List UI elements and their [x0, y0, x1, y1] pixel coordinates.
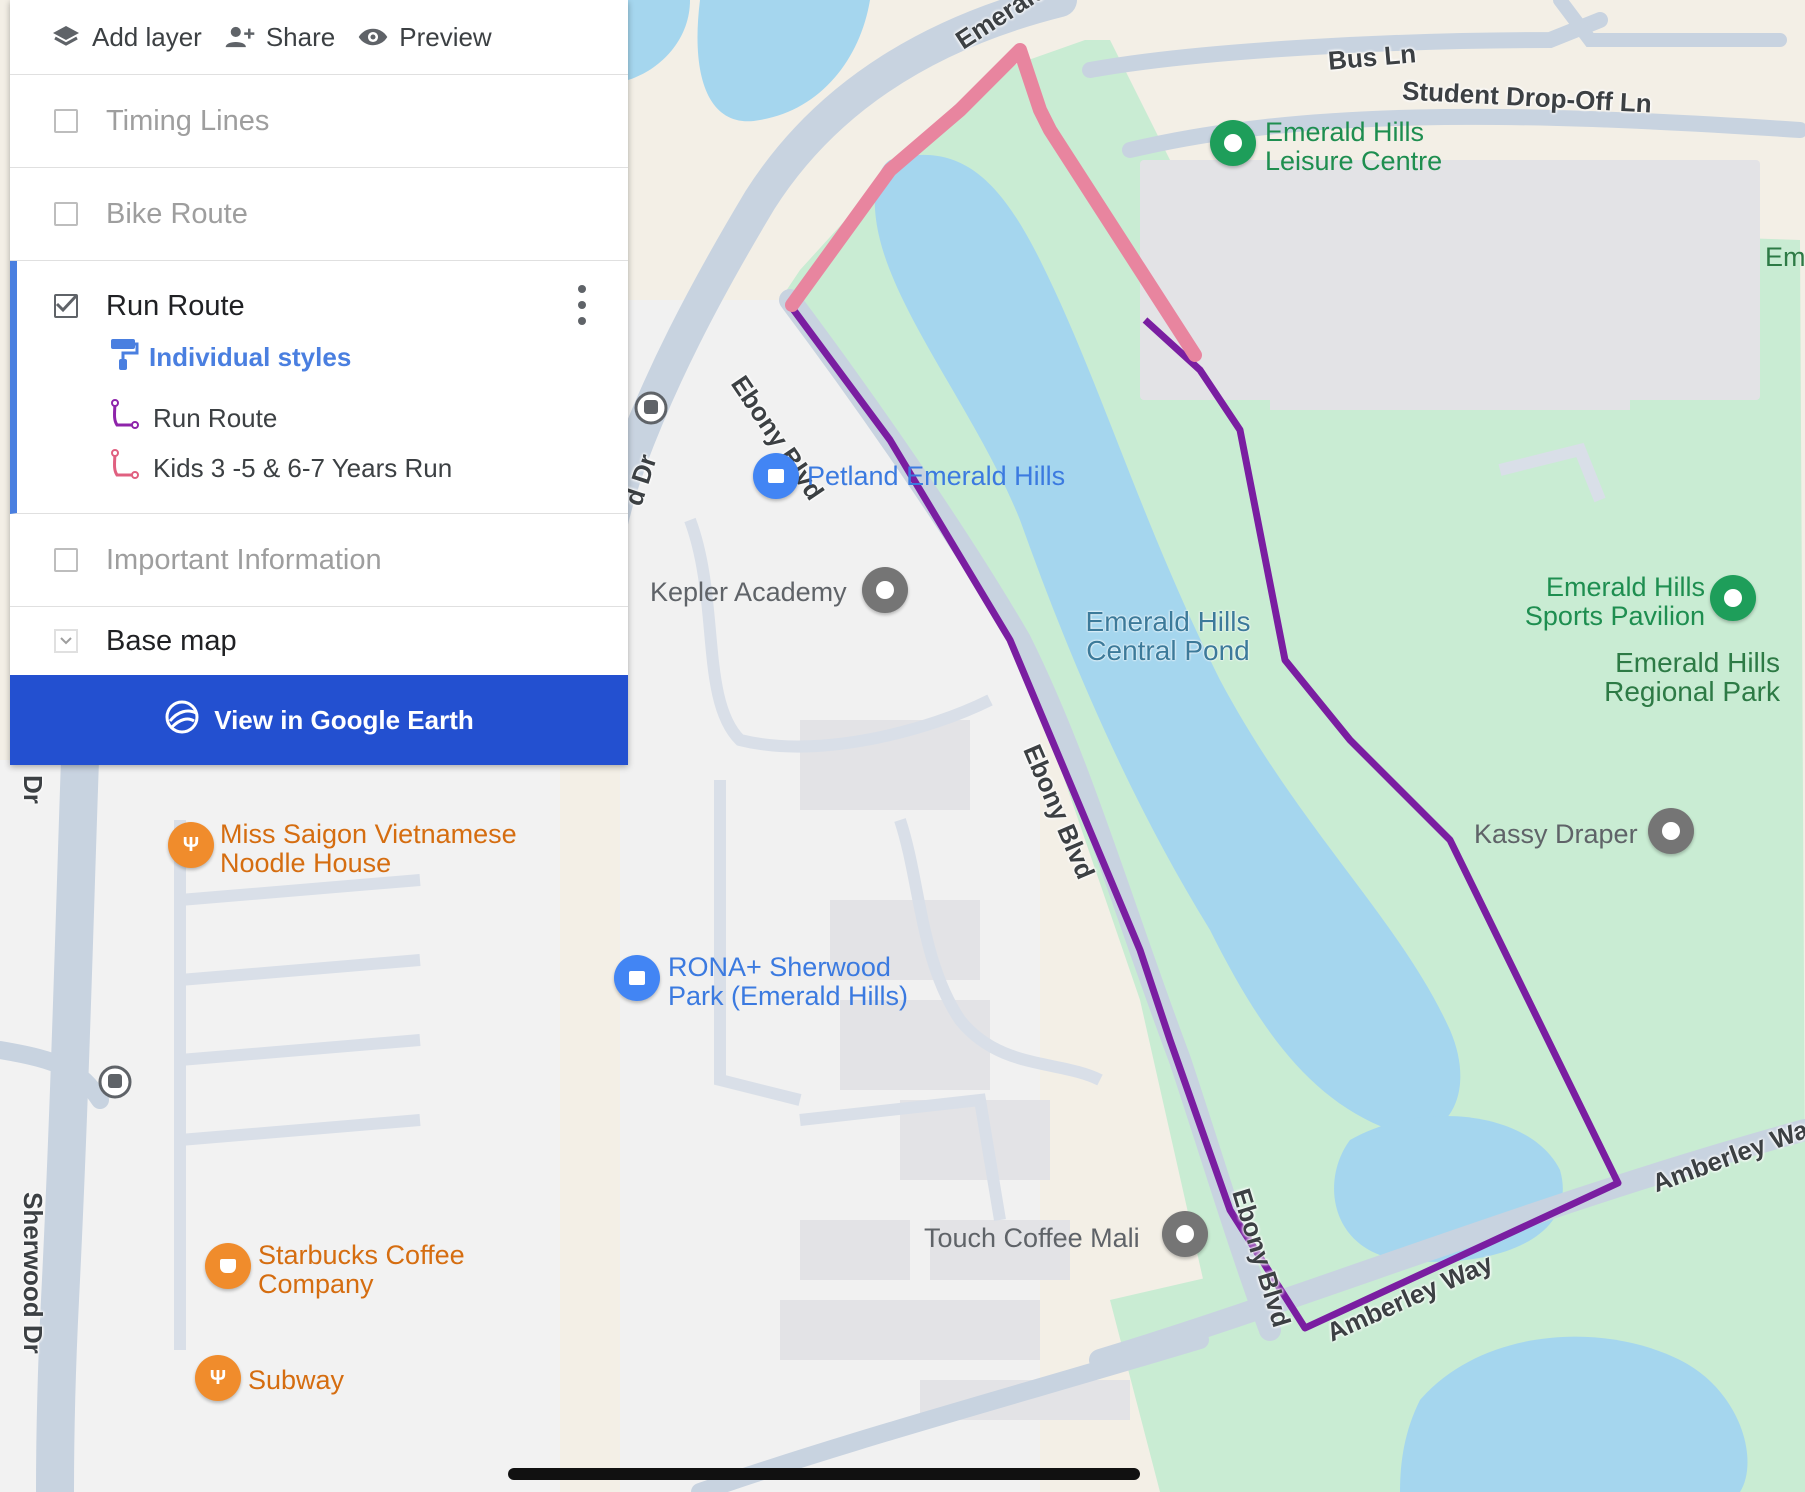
feature-label: Kids 3 -5 & 6-7 Years Run — [153, 452, 453, 483]
home-indicator[interactable] — [508, 1468, 1140, 1480]
place-label-regional-park: Emerald Hills Regional Park — [1604, 647, 1780, 708]
fork-knife-icon: Ψ — [209, 1366, 227, 1389]
coffee-cup-icon — [220, 1259, 236, 1273]
layer-checkbox-checked[interactable] — [54, 294, 78, 318]
fork-knife-icon: Ψ — [182, 833, 200, 856]
shopping-bag-icon — [768, 469, 784, 483]
place-label-em-cut: Em — [1765, 242, 1805, 272]
restaurant-pin[interactable]: Ψ — [195, 1355, 241, 1401]
check-icon — [55, 294, 78, 313]
petland-pin[interactable] — [753, 453, 799, 499]
panel-toolbar: Add layer Share Preview — [10, 0, 628, 75]
add-layer-label: Add layer — [92, 21, 202, 52]
leisure-centre-pin[interactable] — [1210, 120, 1256, 166]
route-line-icon — [109, 398, 139, 438]
pin-dot — [1724, 589, 1742, 607]
eye-icon — [357, 23, 389, 51]
preview-label: Preview — [399, 21, 492, 52]
share-button[interactable]: Share — [224, 22, 335, 53]
pin-dot — [876, 581, 894, 599]
bus-stop-icon[interactable] — [634, 391, 668, 425]
place-label-miss-saigon[interactable]: Miss Saigon Vietnamese Noodle House — [220, 819, 530, 878]
styles-label: Individual styles — [149, 341, 352, 372]
building — [780, 1300, 1040, 1360]
base-map-label: Base map — [106, 624, 237, 657]
place-label-starbucks[interactable]: Starbucks Coffee Company — [258, 1240, 488, 1299]
google-earth-icon — [164, 699, 200, 742]
layer-run-route[interactable]: Run Route Individual styles Run Route Ki… — [10, 261, 628, 514]
place-label-kepler-academy[interactable]: Kepler Academy — [650, 577, 847, 607]
place-label-petland[interactable]: Petland Emerald Hills — [807, 461, 1065, 491]
layer-name: Run Route — [106, 289, 245, 322]
layer-checkbox[interactable] — [54, 202, 78, 226]
cafe-pin[interactable] — [205, 1243, 251, 1289]
feature-kids-run[interactable]: Kids 3 -5 & 6-7 Years Run — [17, 443, 628, 493]
share-label: Share — [265, 21, 336, 52]
place-label-subway[interactable]: Subway — [248, 1365, 344, 1395]
kassy-draper-pin[interactable] — [1648, 808, 1694, 854]
place-label-kassy-draper[interactable]: Kassy Draper — [1474, 819, 1638, 849]
layer-checkbox[interactable] — [54, 548, 78, 572]
paint-roller-icon — [109, 337, 139, 378]
pin-dot — [1176, 1225, 1194, 1243]
road-label-dr: Dr — [18, 775, 48, 804]
layer-checkbox[interactable] — [54, 109, 78, 133]
layer-name: Bike Route — [106, 197, 248, 230]
pin-dot — [1662, 822, 1680, 840]
sports-pavilion-pin[interactable] — [1710, 575, 1756, 621]
chevron-down-icon[interactable] — [54, 629, 78, 653]
earth-button-label: View in Google Earth — [214, 704, 474, 735]
layer-important-information[interactable]: Important Information — [10, 514, 628, 607]
layers-icon — [50, 23, 82, 51]
feature-run-route[interactable]: Run Route — [17, 393, 628, 443]
individual-styles-link[interactable]: Individual styles — [17, 333, 628, 381]
layer-timing-lines[interactable]: Timing Lines — [10, 75, 628, 168]
layer-name: Important Information — [106, 543, 382, 576]
person-add-icon — [224, 23, 256, 51]
kepler-academy-pin[interactable] — [862, 567, 908, 613]
bus-stop-icon[interactable] — [98, 1065, 132, 1099]
base-map-row[interactable]: Base map — [10, 607, 628, 675]
building — [840, 1000, 990, 1090]
place-label-rona[interactable]: RONA+ Sherwood Park (Emerald Hills) — [668, 952, 938, 1011]
road-label-sherwood-dr: Sherwood Dr — [18, 1192, 48, 1354]
layer-options-menu-icon[interactable] — [578, 285, 588, 325]
layer-bike-route[interactable]: Bike Route — [10, 168, 628, 261]
place-label-leisure-centre[interactable]: Emerald Hills Leisure Centre — [1265, 117, 1465, 176]
pin-dot — [1224, 134, 1242, 152]
shopping-bag-icon — [629, 971, 645, 985]
building — [1270, 290, 1630, 410]
restaurant-pin[interactable]: Ψ — [168, 822, 214, 868]
feature-label: Run Route — [153, 402, 278, 433]
preview-button[interactable]: Preview — [357, 21, 492, 53]
building — [800, 1220, 910, 1280]
place-label-central-pond: Emerald Hills Central Pond — [1085, 606, 1251, 667]
layer-name: Timing Lines — [106, 104, 270, 137]
place-label-sports-pavilion[interactable]: Emerald Hills Sports Pavilion — [1510, 572, 1705, 631]
touch-coffee-pin[interactable] — [1162, 1211, 1208, 1257]
rona-pin[interactable] — [614, 955, 660, 1001]
add-layer-button[interactable]: Add layer — [50, 22, 202, 53]
layers-panel: Add layer Share Preview Timing Lines Bik… — [10, 0, 628, 765]
route-line-icon — [109, 448, 139, 488]
view-in-google-earth-button[interactable]: View in Google Earth — [10, 675, 628, 765]
place-label-touch-coffee[interactable]: Touch Coffee Mali — [924, 1223, 1140, 1253]
